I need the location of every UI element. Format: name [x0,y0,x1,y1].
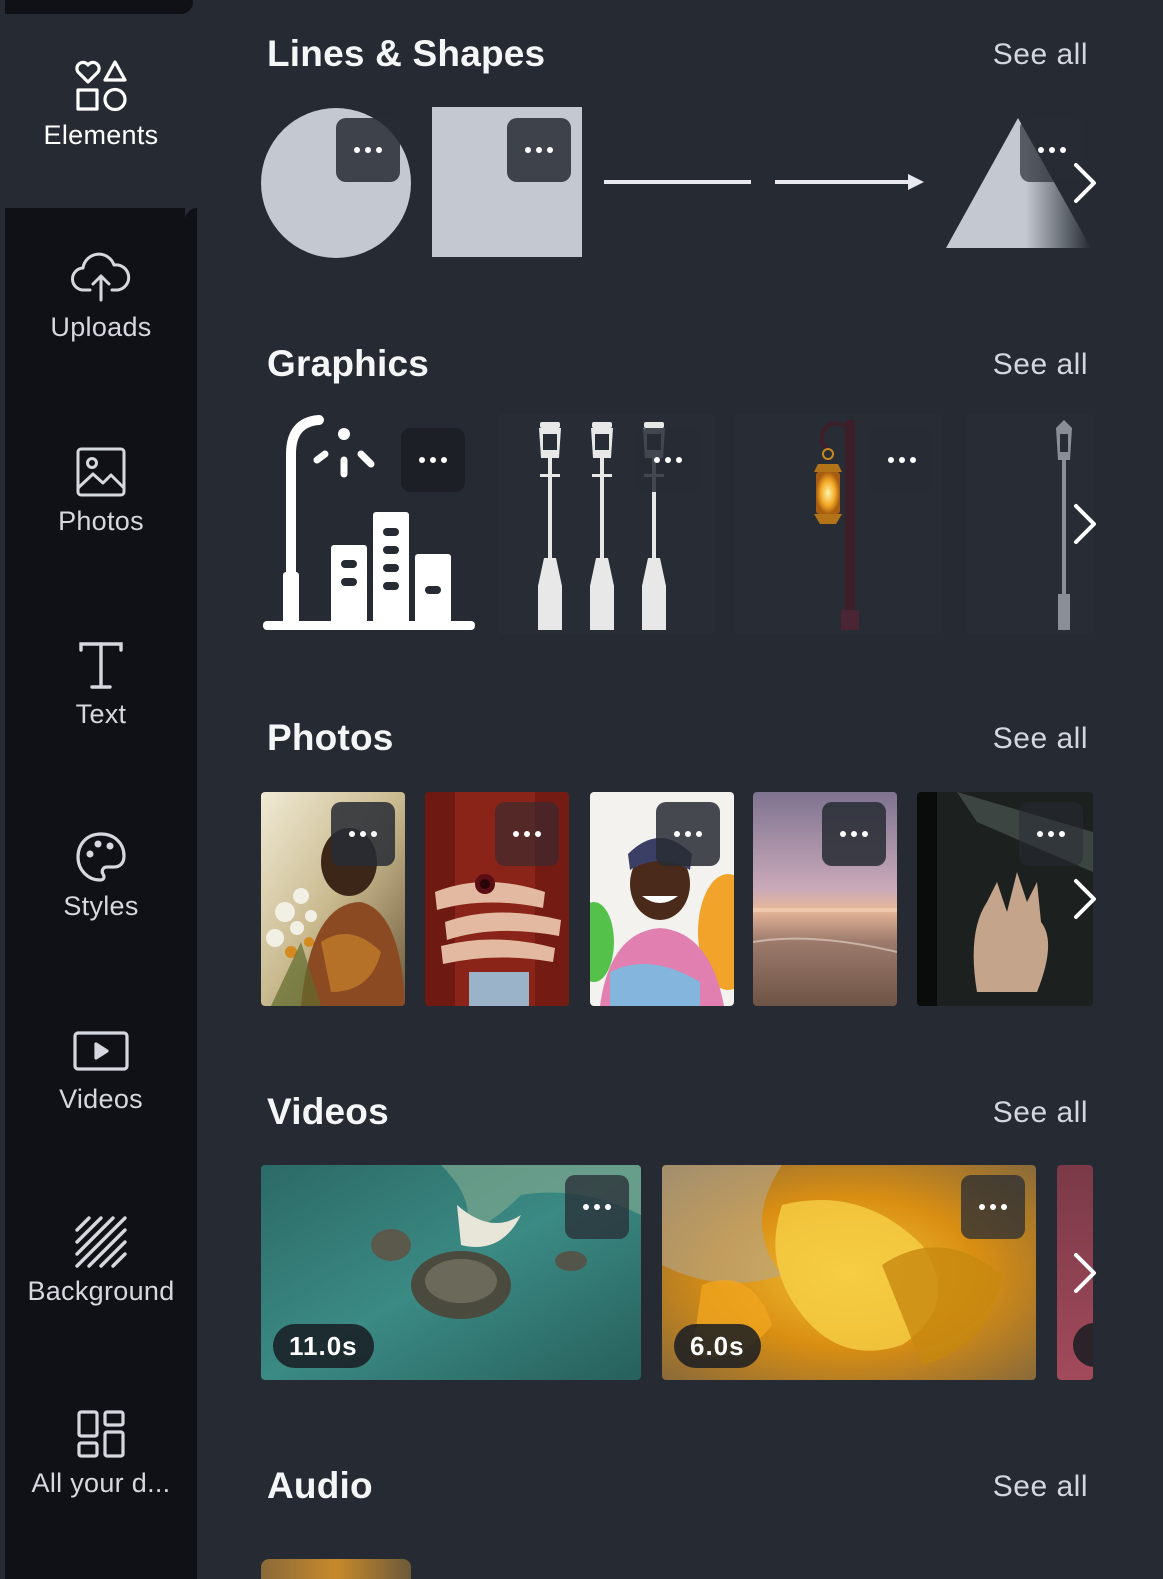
palette-icon [69,825,133,889]
scroll-right-chevron-icon[interactable] [1064,869,1104,929]
photo-tile[interactable] [261,792,405,1006]
see-all-lines-shapes-link[interactable]: See all [993,38,1088,72]
video-duration-badge: 11.0s [273,1324,374,1368]
image-icon [69,440,133,504]
sidebar-item-label: Videos [59,1084,143,1114]
sidebar-item-photos[interactable]: Photos [5,440,197,537]
photos-row [261,792,1093,1006]
ellipsis-icon [1037,831,1065,837]
sidebar-item-label: All your d... [31,1468,171,1498]
cloud-upload-icon [69,246,133,310]
sidebar-item-elements[interactable]: Elements [5,14,197,208]
sidebar-item-background[interactable]: Background [5,1210,197,1307]
videos-row: 11.0s 6.0s [261,1165,1093,1380]
ellipsis-icon [583,1204,611,1210]
sidebar-item-label: Photos [58,506,144,536]
graphic-tile[interactable] [261,414,481,634]
see-all-audio-link[interactable]: See all [993,1470,1088,1504]
line-shape-tile[interactable] [601,104,753,262]
more-options-button[interactable] [961,1175,1025,1239]
video-tile[interactable]: 11.0s [261,1165,641,1380]
audio-tile-partial[interactable] [261,1559,411,1579]
more-options-button[interactable] [331,802,395,866]
video-play-icon [69,1018,133,1082]
more-options-button[interactable] [636,428,700,492]
hatch-pattern-icon [69,1210,133,1274]
text-t-icon [69,633,133,697]
photo-tile[interactable] [753,792,897,1006]
more-options-button[interactable] [656,802,720,866]
scroll-right-chevron-icon[interactable] [1064,153,1104,213]
see-all-photos-link[interactable]: See all [993,722,1088,756]
scroll-right-chevron-icon[interactable] [1064,494,1104,554]
ellipsis-icon [840,831,868,837]
ellipsis-icon [1038,147,1066,153]
more-options-button[interactable] [495,802,559,866]
sidebar-item-label: Background [27,1276,175,1306]
ellipsis-icon [525,147,553,153]
sidebar-item-label: Text [75,699,127,729]
more-options-button[interactable] [1019,802,1083,866]
arrow-line-shape [775,174,924,190]
section-title-graphics: Graphics [267,343,429,384]
sidebar-item-label: Uploads [50,312,152,342]
ellipsis-icon [888,457,916,463]
graphic-tile[interactable] [734,414,941,634]
graphic-tile[interactable] [498,414,715,634]
square-shape-tile[interactable] [432,104,582,262]
arrow-line-tile[interactable] [772,104,928,262]
more-options-button[interactable] [401,428,465,492]
more-options-button[interactable] [565,1175,629,1239]
more-options-button[interactable] [507,118,571,182]
photo-tile[interactable] [590,792,734,1006]
sidebar: Elements Uploads Photos Text Styles Vide… [5,0,197,1579]
video-duration-badge: 6.0s [674,1324,761,1368]
sidebar-item-videos[interactable]: Videos [5,1018,197,1115]
ellipsis-icon [674,831,702,837]
sidebar-item-label: Elements [43,120,159,150]
scroll-right-chevron-icon[interactable] [1064,1243,1104,1303]
ellipsis-icon [513,831,541,837]
photo-tile[interactable] [425,792,569,1006]
section-title-lines-shapes: Lines & Shapes [267,33,546,74]
more-options-button[interactable] [822,802,886,866]
ellipsis-icon [354,147,382,153]
more-options-button[interactable] [336,118,400,182]
elements-icon [69,54,133,118]
graphics-row [261,414,1093,634]
sidebar-item-label: Styles [63,891,139,921]
section-title-photos: Photos [267,717,394,758]
ellipsis-icon [654,457,682,463]
sidebar-item-all-your-designs[interactable]: All your d... [5,1402,197,1499]
ellipsis-icon [979,1204,1007,1210]
ellipsis-icon [419,457,447,463]
lines-shapes-row [261,104,1093,262]
grid-apps-icon [69,1402,133,1466]
see-all-graphics-link[interactable]: See all [993,348,1088,382]
sidebar-item-text[interactable]: Text [5,633,197,730]
more-options-button[interactable] [870,428,934,492]
section-title-audio: Audio [267,1465,373,1506]
ellipsis-icon [349,831,377,837]
sidebar-item-styles[interactable]: Styles [5,825,197,922]
video-tile[interactable]: 6.0s [662,1165,1036,1380]
circle-shape-tile[interactable] [261,104,413,262]
sidebar-active-corner [185,208,197,220]
sidebar-item-uploads[interactable]: Uploads [5,246,197,343]
sidebar-top-edge [5,0,197,14]
see-all-videos-link[interactable]: See all [993,1096,1088,1130]
section-title-videos: Videos [267,1091,389,1132]
line-shape [604,180,751,184]
editor-side-panel: Elements Uploads Photos Text Styles Vide… [0,0,1163,1579]
